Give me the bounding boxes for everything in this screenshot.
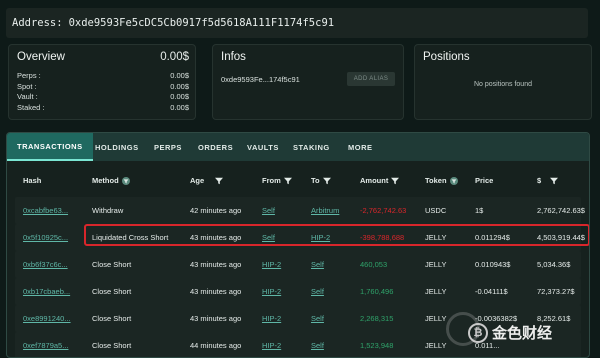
method-filter-icon[interactable] (121, 176, 130, 185)
positions-empty-text: No positions found (474, 81, 532, 88)
tx-method: Close Short (92, 260, 132, 269)
tx-from-link[interactable]: HIP-2 (262, 287, 281, 296)
positions-card: Positions No positions found (414, 44, 592, 120)
tx-from-link[interactable]: HIP-2 (262, 314, 281, 323)
usd-filter-icon[interactable] (550, 177, 559, 185)
column-header-hash: Hash (23, 176, 42, 185)
tx-usd-value: 2,762,742.63$ (537, 206, 585, 215)
tx-to-link[interactable]: Self (311, 341, 324, 350)
tx-method: Withdraw (92, 206, 124, 215)
tab-bar: TRANSACTIONS HOLDINGS PERPS ORDERS VAULT… (7, 133, 589, 161)
age-filter-icon[interactable] (215, 177, 224, 185)
overview-title: Overview (17, 51, 65, 63)
tx-from-link[interactable]: Self (262, 206, 275, 215)
tab-perps[interactable]: PERPS (154, 133, 182, 161)
overview-row-spot: Spot :0.00$ (17, 81, 189, 91)
tab-orders[interactable]: ORDERS (198, 133, 233, 161)
tx-hash-link[interactable]: 0xcabfbe63... (23, 206, 68, 215)
tx-token: USDC (425, 206, 447, 215)
tab-more[interactable]: MORE (348, 133, 373, 161)
tx-hash-link[interactable]: 0x5f10925c... (23, 233, 68, 242)
address-value[interactable]: 0xde9593Fe5cDC5Cb0917f5d5618A111F1174f5c… (69, 17, 335, 29)
address-label: Address: (12, 17, 63, 29)
table-row[interactable]: 0xb17cbaeb... Close Short 43 minutes ago… (15, 278, 581, 305)
tx-hash-link[interactable]: 0xb17cbaeb... (23, 287, 70, 296)
infos-address: 0xde9593Fe...174f5c91 (221, 75, 300, 84)
tx-price: 1$ (475, 206, 484, 215)
tab-vaults[interactable]: VAULTS (247, 133, 279, 161)
tx-age: 44 minutes ago (190, 341, 242, 350)
tx-amount: 1,523,948 (360, 341, 394, 350)
column-header-age: Age (190, 176, 224, 185)
tx-method: Close Short (92, 314, 132, 323)
tx-to-link[interactable]: Self (311, 314, 324, 323)
tab-holdings[interactable]: HOLDINGS (95, 133, 139, 161)
column-header-amount: Amount (360, 176, 400, 185)
tx-age: 43 minutes ago (190, 314, 242, 323)
column-header-usd: $ (537, 176, 559, 185)
infos-card: Infos 0xde9593Fe...174f5c91 ADD ALIAS (212, 44, 404, 120)
token-filter-icon[interactable] (449, 176, 458, 185)
tx-to-link[interactable]: Self (311, 287, 324, 296)
tx-method: Close Short (92, 341, 132, 350)
overview-row-perps: Perps :0.00$ (17, 71, 189, 80)
tx-amount: 2,268,315 (360, 314, 394, 323)
watermark: ₿ 金色财经 (468, 322, 552, 343)
overview-card: Overview 0.00$ Perps :0.00$ Spot :0.00$ … (8, 44, 196, 120)
watermark-text: 金色财经 (492, 325, 553, 342)
tx-from-link[interactable]: HIP-2 (262, 260, 281, 269)
column-header-token: Token (425, 176, 458, 185)
tx-to-link[interactable]: Arbitrum (311, 206, 339, 215)
tx-hash-link[interactable]: 0xb6f37c6c... (23, 260, 68, 269)
tx-from-link[interactable]: HIP-2 (262, 341, 281, 350)
tx-to-link[interactable]: Self (311, 260, 324, 269)
positions-title: Positions (423, 51, 470, 63)
overview-row-staked: Staked :0.00$ (17, 102, 189, 112)
amount-filter-icon[interactable] (391, 177, 400, 185)
tx-price: 0.010943$ (475, 260, 511, 269)
tx-hash-link[interactable]: 0xef7879a5... (23, 341, 68, 350)
tx-method: Close Short (92, 287, 132, 296)
overview-row-vault: Vault :0.00$ (17, 92, 189, 101)
tx-amount: -2,762,742.63 (360, 206, 407, 215)
tx-amount: 460,053 (360, 260, 388, 269)
tx-amount: 1,760,496 (360, 287, 394, 296)
table-header: Hash Method Age From To Amount Token Pri… (7, 161, 589, 197)
tx-hash-link[interactable]: 0xe8991240... (23, 314, 71, 323)
column-header-to: To (311, 176, 331, 185)
table-row[interactable]: 0xb6f37c6c... Close Short 43 minutes ago… (15, 251, 581, 278)
tx-usd-value: 5,034.36$ (537, 260, 571, 269)
tab-staking[interactable]: STAKING (293, 133, 330, 161)
infos-title: Infos (221, 51, 246, 63)
from-filter-icon[interactable] (283, 177, 292, 185)
tx-token: JELLY (425, 287, 447, 296)
tx-age: 43 minutes ago (190, 260, 242, 269)
column-header-from: From (262, 176, 292, 185)
tx-usd-value: 72,373.27$ (537, 287, 575, 296)
to-filter-icon[interactable] (322, 177, 331, 185)
column-header-price: Price (475, 176, 494, 185)
address-bar: Address: 0xde9593Fe5cDC5Cb0917f5d5618A11… (6, 8, 588, 38)
watermark-logo-icon: ₿ (468, 322, 488, 343)
add-alias-button[interactable]: ADD ALIAS (347, 72, 395, 86)
tx-price: -0.04111$ (475, 287, 508, 296)
column-header-method: Method (92, 176, 130, 185)
tx-token: JELLY (425, 341, 447, 350)
tx-age: 43 minutes ago (190, 287, 242, 296)
tx-token: JELLY (425, 260, 447, 269)
tx-age: 42 minutes ago (190, 206, 242, 215)
highlight-outline (84, 224, 589, 246)
overview-total: 0.00$ (160, 51, 189, 63)
table-row[interactable]: 0xcabfbe63... Withdraw 42 minutes ago Se… (15, 197, 585, 224)
tab-transactions[interactable]: TRANSACTIONS (7, 133, 93, 161)
tx-token: JELLY (425, 314, 447, 323)
